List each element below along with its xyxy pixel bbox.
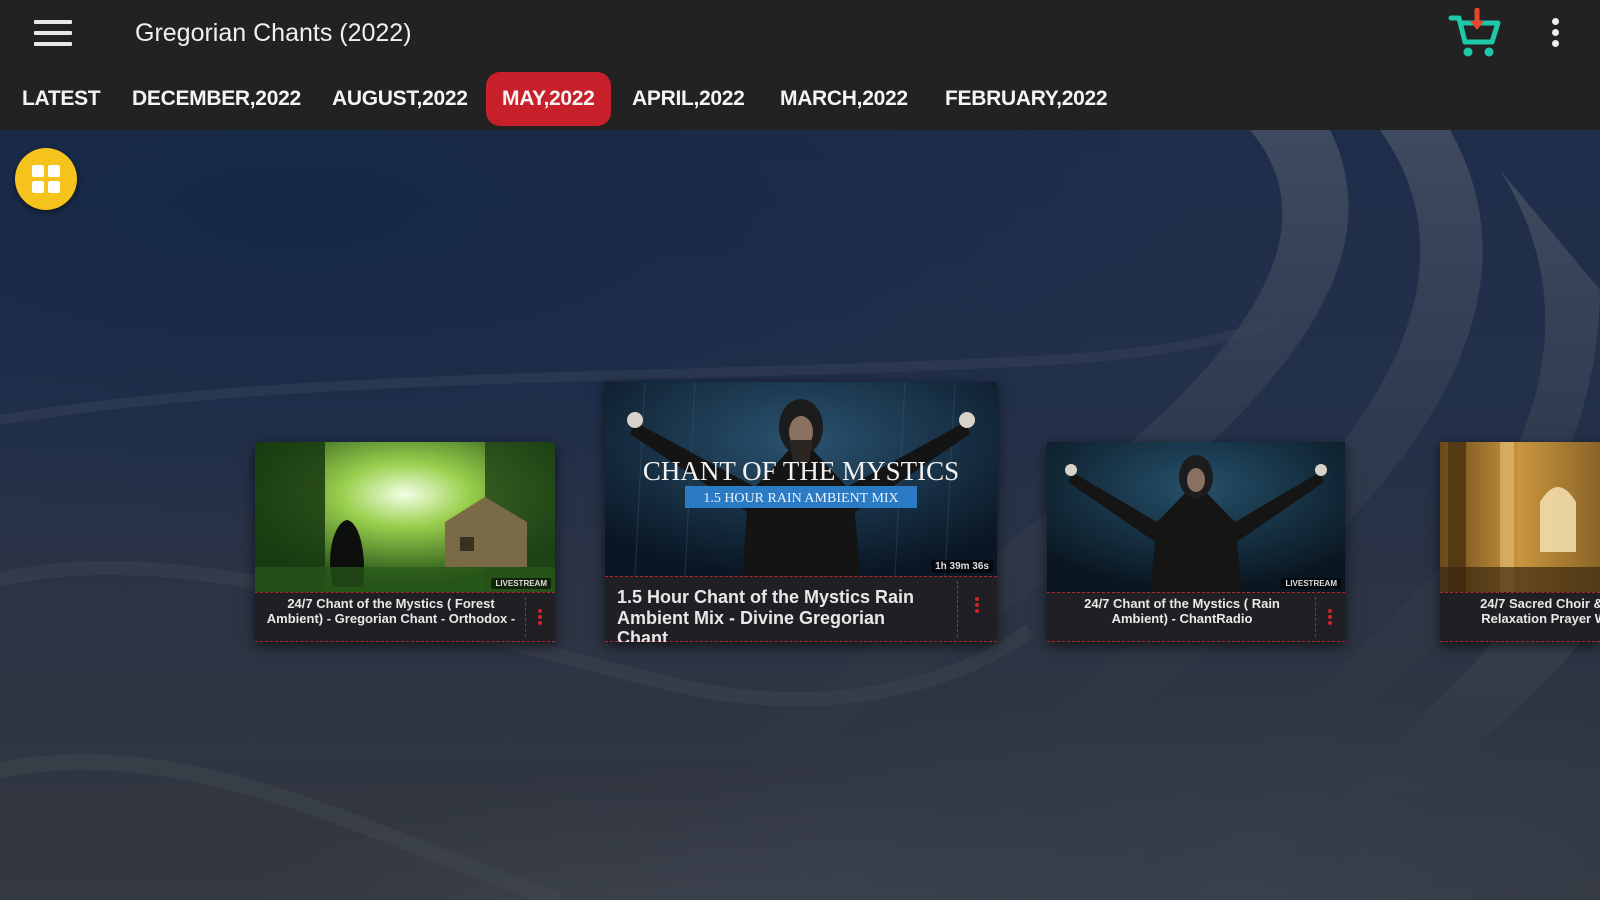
live-badge: LIVESTREAM xyxy=(1281,578,1341,589)
video-card[interactable]: LIVESTREAM 24/7 Chant of the Mystics ( F… xyxy=(255,442,555,642)
video-card[interactable]: 24/7 Sacred Choir & C Relaxation Prayer … xyxy=(1440,442,1600,642)
tab-august-2022[interactable]: AUGUST,2022 xyxy=(332,72,468,126)
video-caption: 24/7 Chant of the Mystics ( Forest Ambie… xyxy=(255,592,555,642)
caption-divider xyxy=(525,597,526,637)
video-thumbnail: CHANT OF THE MYSTICS 1.5 HOUR RAIN AMBIE… xyxy=(605,382,997,576)
thumbnail-subtitle: 1.5 HOUR RAIN AMBIENT MIX xyxy=(703,491,898,506)
video-title: 24/7 Sacred Choir & C Relaxation Prayer … xyxy=(1480,597,1600,626)
card-more-icon[interactable] xyxy=(975,597,979,615)
tab-december-2022[interactable]: DECEMBER,2022 xyxy=(132,72,301,126)
more-vertical-icon[interactable] xyxy=(1548,18,1562,50)
video-thumbnail xyxy=(1440,442,1600,592)
video-caption: 1.5 Hour Chant of the Mystics Rain Ambie… xyxy=(605,576,997,642)
card-more-icon[interactable] xyxy=(1328,609,1332,627)
app-title: Gregorian Chants (2022) xyxy=(135,19,412,47)
tab-march-2022[interactable]: MARCH,2022 xyxy=(780,72,908,126)
tab-february-2022[interactable]: FEBRUARY,2022 xyxy=(945,72,1108,126)
duration-badge: 1h 39m 36s xyxy=(931,560,993,573)
month-tab-bar: LATEST DECEMBER,2022 AUGUST,2022 MAY,202… xyxy=(0,68,1600,130)
hamburger-menu-icon[interactable] xyxy=(34,20,72,48)
video-title: 1.5 Hour Chant of the Mystics Rain Ambie… xyxy=(617,587,915,642)
tab-april-2022[interactable]: APRIL,2022 xyxy=(632,72,745,126)
video-thumbnail: LIVESTREAM xyxy=(255,442,555,592)
video-card-featured[interactable]: CHANT OF THE MYSTICS 1.5 HOUR RAIN AMBIE… xyxy=(605,382,997,642)
tab-may-2022[interactable]: MAY,2022 xyxy=(486,72,611,126)
app-bar: Gregorian Chants (2022) xyxy=(0,0,1600,68)
video-thumbnail: LIVESTREAM xyxy=(1047,442,1345,592)
caption-divider xyxy=(1315,597,1316,637)
tab-latest[interactable]: LATEST xyxy=(22,72,101,126)
video-caption: 24/7 Sacred Choir & C Relaxation Prayer … xyxy=(1440,592,1600,642)
thumbnail-title: CHANT OF THE MYSTICS xyxy=(643,456,959,486)
video-title: 24/7 Chant of the Mystics ( Forest Ambie… xyxy=(266,597,516,626)
card-more-icon[interactable] xyxy=(538,609,542,627)
video-card[interactable]: LIVESTREAM 24/7 Chant of the Mystics ( R… xyxy=(1047,442,1345,642)
caption-divider xyxy=(957,581,958,637)
video-caption: 24/7 Chant of the Mystics ( Rain Ambient… xyxy=(1047,592,1345,642)
video-title: 24/7 Chant of the Mystics ( Rain Ambient… xyxy=(1084,597,1280,626)
cart-download-icon[interactable] xyxy=(1448,7,1502,60)
grid-view-icon[interactable] xyxy=(15,148,77,210)
live-badge: LIVESTREAM xyxy=(491,578,551,589)
